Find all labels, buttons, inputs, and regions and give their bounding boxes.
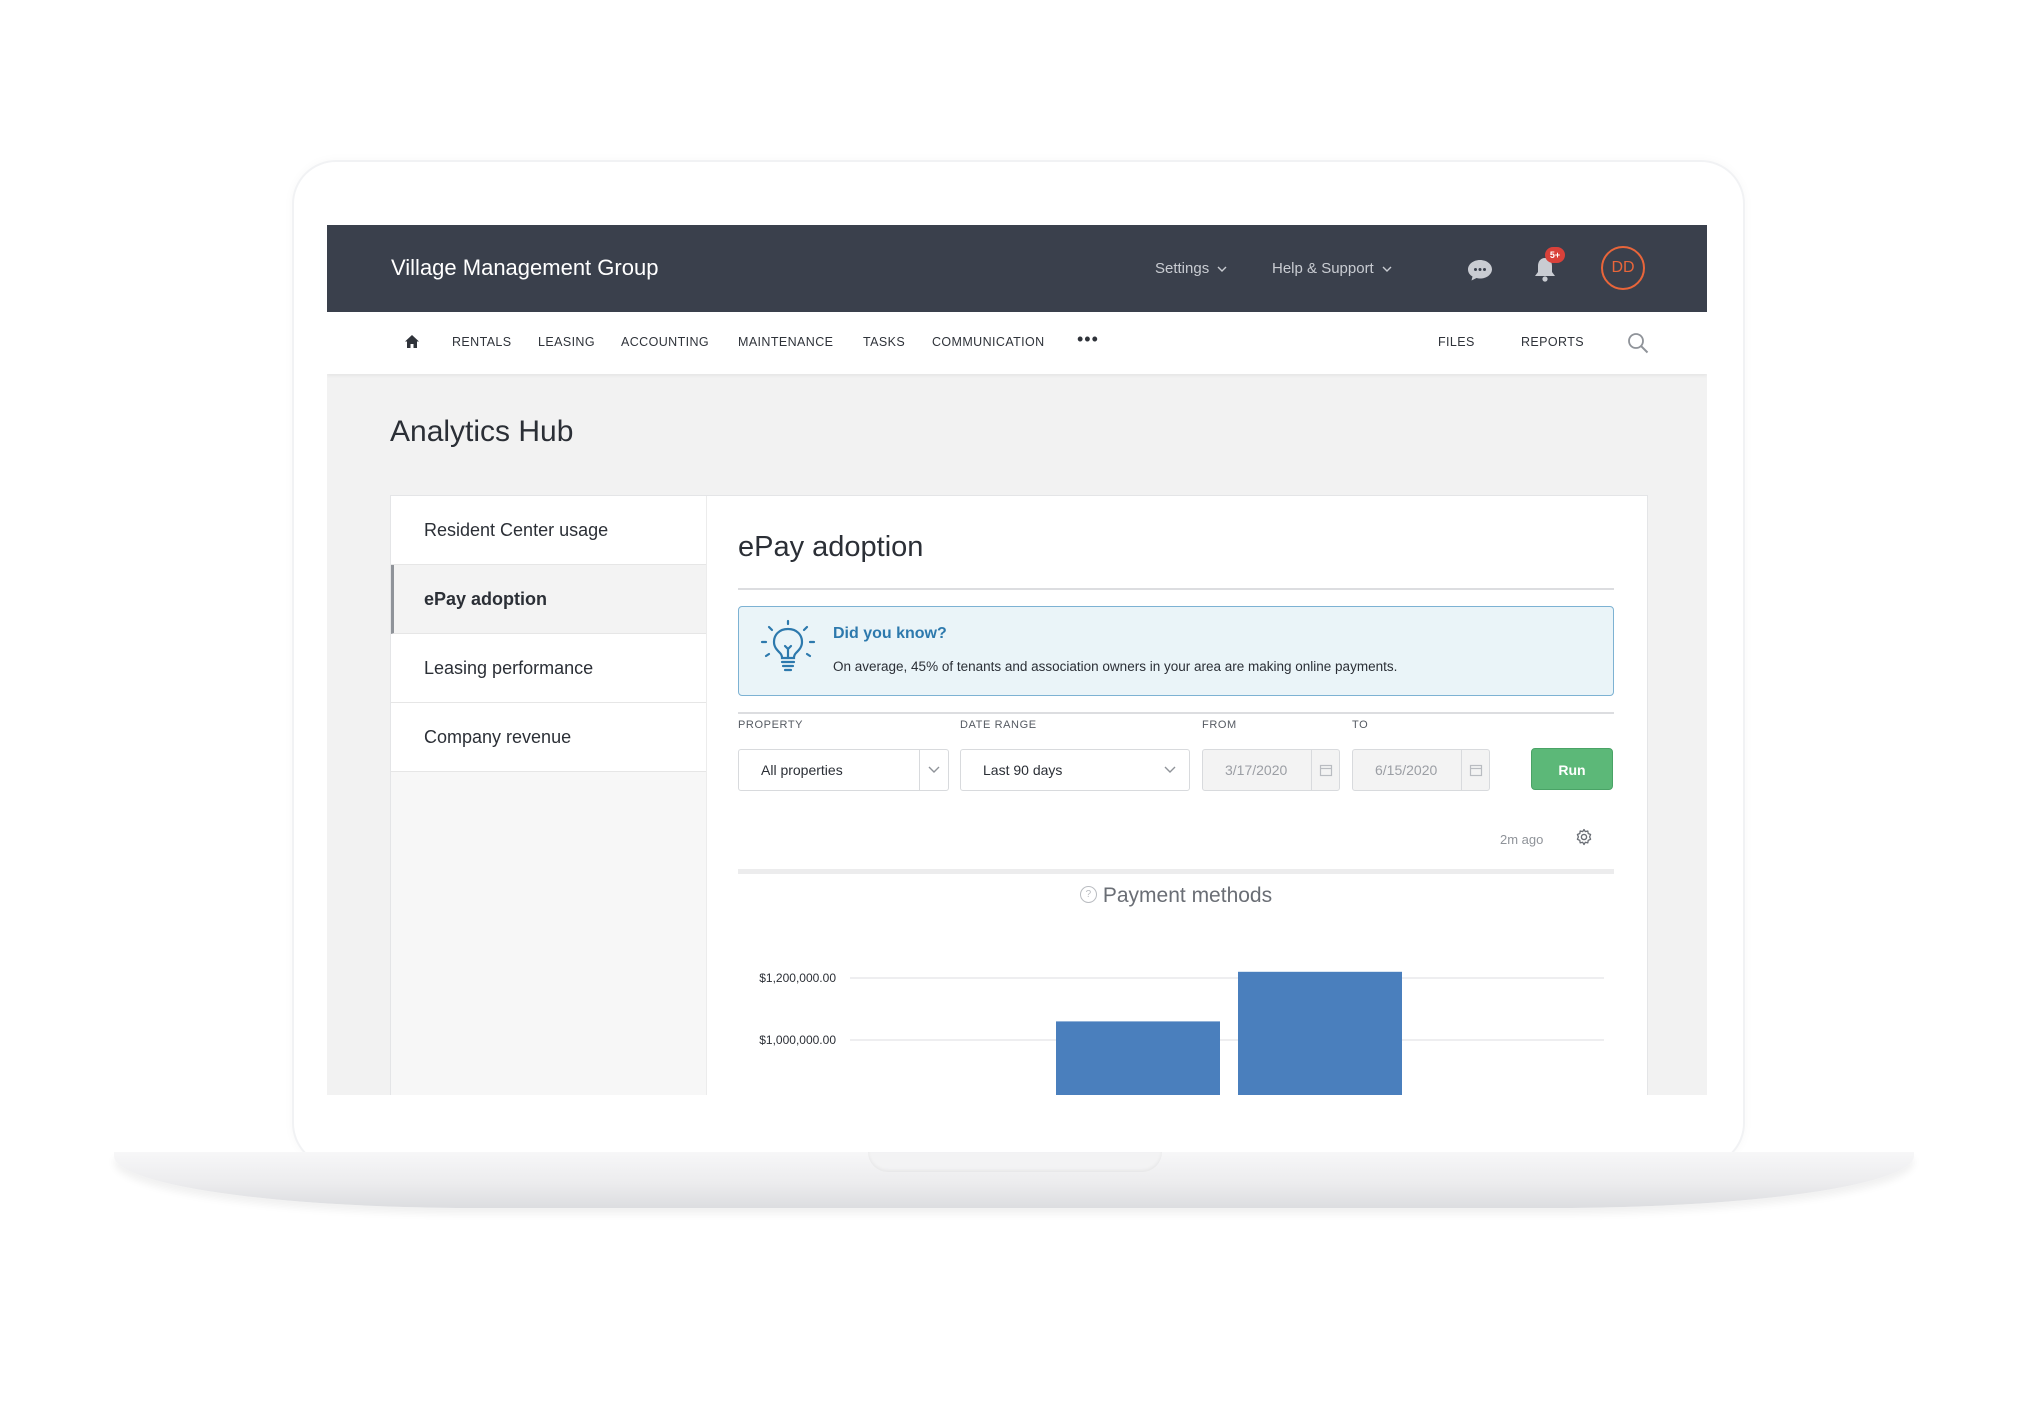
analytics-card: Resident Center usage ePay adoption Leas… bbox=[390, 495, 1648, 1095]
sidebar-item-label: Resident Center usage bbox=[424, 520, 609, 540]
user-avatar[interactable]: DD bbox=[1601, 246, 1645, 290]
lightbulb-icon bbox=[760, 619, 816, 672]
did-you-know-banner: Did you know? On average, 45% of tenants… bbox=[738, 606, 1614, 696]
settings-label: Settings bbox=[1155, 260, 1210, 277]
sidebar-item-resident-center-usage[interactable]: Resident Center usage bbox=[391, 496, 706, 565]
notification-badge: 5+ bbox=[1545, 247, 1565, 263]
nav-more-menu[interactable]: ••• bbox=[1077, 329, 1099, 350]
report-sidebar: Resident Center usage ePay adoption Leas… bbox=[391, 496, 707, 1095]
to-date-field[interactable]: 6/15/2020 bbox=[1352, 749, 1490, 791]
divider bbox=[738, 712, 1614, 714]
nav-leasing[interactable]: LEASING bbox=[538, 335, 595, 349]
brand-title: Village Management Group bbox=[391, 255, 659, 280]
calendar-icon[interactable] bbox=[1319, 763, 1333, 777]
from-label: FROM bbox=[1202, 719, 1237, 731]
date-range-label: DATE RANGE bbox=[960, 719, 1037, 731]
sidebar-item-label: ePay adoption bbox=[424, 589, 548, 609]
home-icon[interactable] bbox=[405, 335, 419, 348]
help-icon[interactable]: ? bbox=[1079, 885, 1097, 903]
chart-bar[interactable] bbox=[1056, 1021, 1220, 1095]
nav-tasks[interactable]: TASKS bbox=[863, 335, 905, 349]
report-panel: ePay adoption Did you know? On average, … bbox=[738, 496, 1614, 1095]
settings-menu[interactable]: Settings bbox=[1155, 260, 1227, 277]
divider bbox=[738, 588, 1614, 590]
property-value: All properties bbox=[761, 762, 843, 778]
y-tick-label: $1,200,000.00 bbox=[759, 971, 836, 985]
payment-methods-chart: $1,000,000.00 $1,200,000.00 bbox=[759, 971, 1604, 1095]
last-updated-text: 2m ago bbox=[1500, 832, 1544, 847]
sidebar-item-label: Leasing performance bbox=[424, 658, 594, 678]
run-button[interactable]: Run bbox=[1531, 748, 1613, 790]
page-title: Analytics Hub bbox=[390, 415, 574, 448]
sidebar-item-company-revenue[interactable]: Company revenue bbox=[391, 703, 706, 772]
nav-accounting[interactable]: ACCOUNTING bbox=[621, 335, 709, 349]
sidebar-item-epay-adoption[interactable]: ePay adoption bbox=[391, 565, 706, 634]
top-bar: Village Management Group Settings Help &… bbox=[327, 225, 1707, 312]
nav-reports[interactable]: REPORTS bbox=[1521, 335, 1584, 349]
chart-title: ? Payment methods bbox=[738, 884, 1614, 908]
chevron-down-icon bbox=[1164, 766, 1176, 773]
chevron-down-icon bbox=[928, 766, 940, 773]
select-separator bbox=[919, 750, 920, 790]
chart-divider bbox=[738, 869, 1614, 874]
chat-icon[interactable] bbox=[1467, 258, 1493, 282]
chevron-down-icon bbox=[1217, 266, 1227, 272]
nav-communication[interactable]: COMMUNICATION bbox=[932, 335, 1045, 349]
help-support-label: Help & Support bbox=[1272, 260, 1374, 277]
nav-maintenance[interactable]: MAINTENANCE bbox=[738, 335, 833, 349]
chart-bar[interactable] bbox=[1238, 971, 1402, 1095]
calendar-icon[interactable] bbox=[1469, 763, 1483, 777]
laptop-notch bbox=[868, 1152, 1162, 1172]
tip-title: Did you know? bbox=[833, 625, 947, 642]
field-separator bbox=[1461, 750, 1462, 790]
nav-files[interactable]: FILES bbox=[1438, 335, 1475, 349]
sidebar-item-leasing-performance[interactable]: Leasing performance bbox=[391, 634, 706, 703]
help-support-menu[interactable]: Help & Support bbox=[1272, 260, 1392, 277]
gear-icon[interactable] bbox=[1575, 828, 1593, 846]
property-label: PROPERTY bbox=[738, 719, 804, 731]
date-range-select[interactable]: Last 90 days bbox=[960, 749, 1190, 791]
tip-text: On average, 45% of tenants and associati… bbox=[833, 659, 1398, 674]
field-separator bbox=[1311, 750, 1312, 790]
to-date-value: 6/15/2020 bbox=[1375, 762, 1438, 778]
chart-title-text: Payment methods bbox=[1102, 884, 1273, 907]
sidebar-item-label: Company revenue bbox=[424, 727, 572, 747]
search-icon[interactable] bbox=[1627, 332, 1649, 354]
nav-rentals[interactable]: RENTALS bbox=[452, 335, 512, 349]
from-date-value: 3/17/2020 bbox=[1225, 762, 1288, 778]
y-tick-label: $1,000,000.00 bbox=[759, 1033, 836, 1047]
main-nav: RENTALS LEASING ACCOUNTING MAINTENANCE T… bbox=[327, 312, 1707, 374]
date-range-value: Last 90 days bbox=[983, 762, 1063, 778]
section-title: ePay adoption bbox=[738, 531, 924, 563]
property-select[interactable]: All properties bbox=[738, 749, 949, 791]
to-label: TO bbox=[1352, 719, 1369, 731]
app-screen: Village Management Group Settings Help &… bbox=[327, 225, 1707, 1095]
from-date-field[interactable]: 3/17/2020 bbox=[1202, 749, 1340, 791]
chevron-down-icon bbox=[1382, 266, 1392, 272]
